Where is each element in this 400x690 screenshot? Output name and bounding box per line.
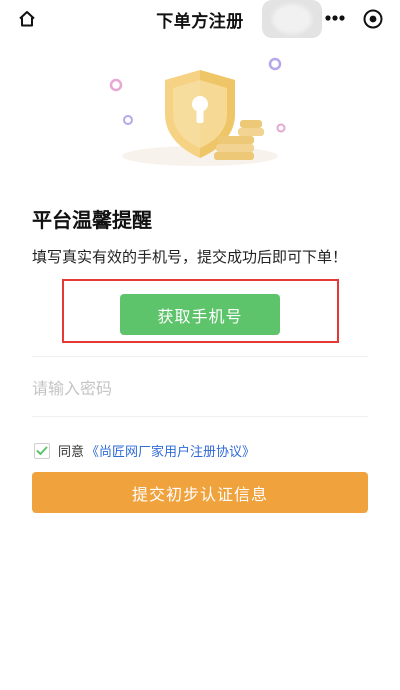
nav-bar: 下单方注册 [0,0,400,38]
notice-text: 填写真实有效的手机号，提交成功后即可下单！ [32,248,348,266]
target-close-icon[interactable] [360,6,386,32]
divider [32,416,368,417]
agreement-checkbox[interactable] [34,442,50,459]
agreement-row: 同意 《尚匠网厂家用户注册协议》 [34,441,255,460]
agree-label: 同意 [58,445,85,460]
agreement-link[interactable]: 《尚匠网厂家用户注册协议》 [86,441,255,460]
more-dots-icon[interactable] [322,8,348,28]
get-phone-number-button[interactable]: 获取手机号 [120,294,280,335]
home-icon[interactable] [14,6,40,32]
check-icon [36,446,48,455]
app-screen: 下单方注册 平台温馨提醒 填写真实有效的手机号，提交成功后即可下单！ 获取手机号… [0,0,400,690]
submit-button[interactable]: 提交初步认证信息 [32,472,368,513]
notice-title: 平台温馨提醒 [32,208,152,232]
shield-lock-illustration [100,52,300,172]
user-avatar-capsule [262,0,322,38]
divider [32,356,368,357]
page-title: 下单方注册 [156,11,244,32]
password-input[interactable] [32,368,368,408]
